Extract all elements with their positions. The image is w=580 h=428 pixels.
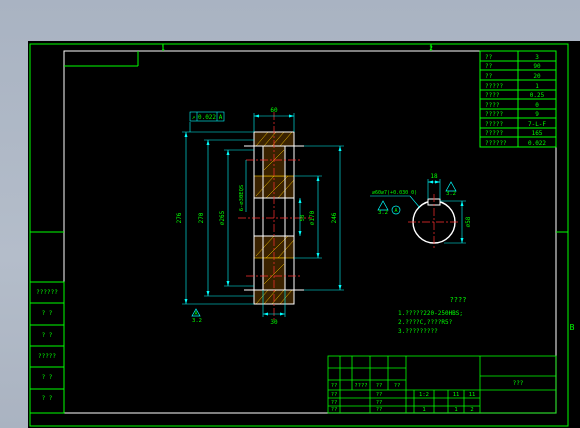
left-label-5: ? ? <box>42 374 53 381</box>
dim-bore-spec: 6-⌀30EQS <box>239 185 245 212</box>
left-label-6: ? ? <box>42 395 53 402</box>
tolerance-symbol: ↗ <box>192 114 196 121</box>
hub-roughness-note: ⌀60⌀7(+0.030 0) <box>372 190 417 196</box>
param-value-7: 9 <box>535 111 539 118</box>
tb-r4-c3: ?? <box>376 392 383 398</box>
param-value-6: 0 <box>535 102 539 109</box>
tb-r3-c2: ???? <box>354 383 367 389</box>
tb-cell-3: 11 <box>469 392 476 398</box>
tb-r4-c1: ?? <box>331 392 338 398</box>
tb-r6-c2: ?? <box>376 407 383 413</box>
param-label-3: ?? <box>485 73 493 80</box>
param-label-7: ????? <box>485 111 503 118</box>
left-label-4: ????? <box>38 353 56 360</box>
hub-bore-dia: ⌀58 <box>465 216 472 227</box>
dim-hub-dia: ⌀170 <box>309 210 316 225</box>
tb-cell-4: 1 <box>422 407 425 413</box>
part-name: ??? <box>513 380 524 387</box>
notes-title: ???? <box>450 296 467 304</box>
tb-r5-c2: ?? <box>376 400 383 406</box>
tb-cell-2: 11 <box>453 392 460 398</box>
param-value-3: 20 <box>533 73 541 80</box>
notes-line-1: 1.?????220-250HBS; <box>398 310 463 317</box>
left-label-1: ?????? <box>36 289 58 296</box>
tb-r3-c3: ?? <box>376 383 383 389</box>
param-value-9: 165 <box>532 130 543 137</box>
tb-cell-6: 2 <box>470 407 473 413</box>
left-label-2: ? ? <box>42 310 53 317</box>
hub-datum-label: A <box>394 208 397 214</box>
hub-roughness-value: 3.2 <box>378 210 388 216</box>
zone-label-2: 2 <box>429 45 433 52</box>
gear-roughness: 3.2 <box>192 318 202 324</box>
notes-line-2: 2.????C,????R5? <box>398 319 453 326</box>
param-label-1: ?? <box>485 54 493 61</box>
tolerance-datum: A <box>219 114 223 121</box>
param-label-2: ?? <box>485 63 493 70</box>
param-label-10: ?????? <box>485 140 507 147</box>
dim-hub-inner: 58 <box>300 215 306 222</box>
tb-cell-5: 1 <box>454 407 457 413</box>
hub-roughness-small: 3.2 <box>446 191 456 197</box>
zone-label-b: B <box>570 323 575 332</box>
param-label-8: ????? <box>485 121 503 128</box>
param-label-4: ????? <box>485 83 503 90</box>
param-value-10: 0.022 <box>528 140 546 147</box>
dim-bottom-width: 30 <box>270 319 278 326</box>
param-value-8: 7-L-F <box>528 121 546 128</box>
param-value-4: 1 <box>535 83 539 90</box>
left-label-3: ? ? <box>42 332 53 339</box>
param-label-5: ???? <box>485 92 500 99</box>
tb-scale: 1:2 <box>419 392 429 398</box>
notes-line-3: 3.????????? <box>398 328 438 335</box>
dim-top-width: 60 <box>270 107 278 114</box>
dim-tip-dia: 270 <box>198 212 205 223</box>
datum-a-label: A <box>194 311 197 317</box>
param-label-9: ????? <box>485 130 503 137</box>
zone-label-1: 1 <box>161 45 165 52</box>
tb-r6-c1: ?? <box>331 407 338 413</box>
cad-drawing: 1 2 B ?????? ? ? ? ? ????? ? ? ? ? ?? 3 … <box>28 41 580 428</box>
param-value-1: 3 <box>535 54 539 61</box>
hub-keyway-width: 18 <box>430 173 438 180</box>
dim-pitch-dia: ⌀265 <box>219 210 226 225</box>
tb-r5-c1: ?? <box>331 400 338 406</box>
dim-outer-dia: 276 <box>176 212 183 223</box>
param-value-2: 90 <box>533 63 541 70</box>
tb-r3-c4: ?? <box>394 383 401 389</box>
param-label-6: ???? <box>485 102 500 109</box>
tolerance-value: 0.022 <box>198 114 216 121</box>
dim-root-dia: 246 <box>331 212 338 223</box>
param-value-5: 0.25 <box>530 92 545 99</box>
tb-r3-c1: ?? <box>331 383 338 389</box>
